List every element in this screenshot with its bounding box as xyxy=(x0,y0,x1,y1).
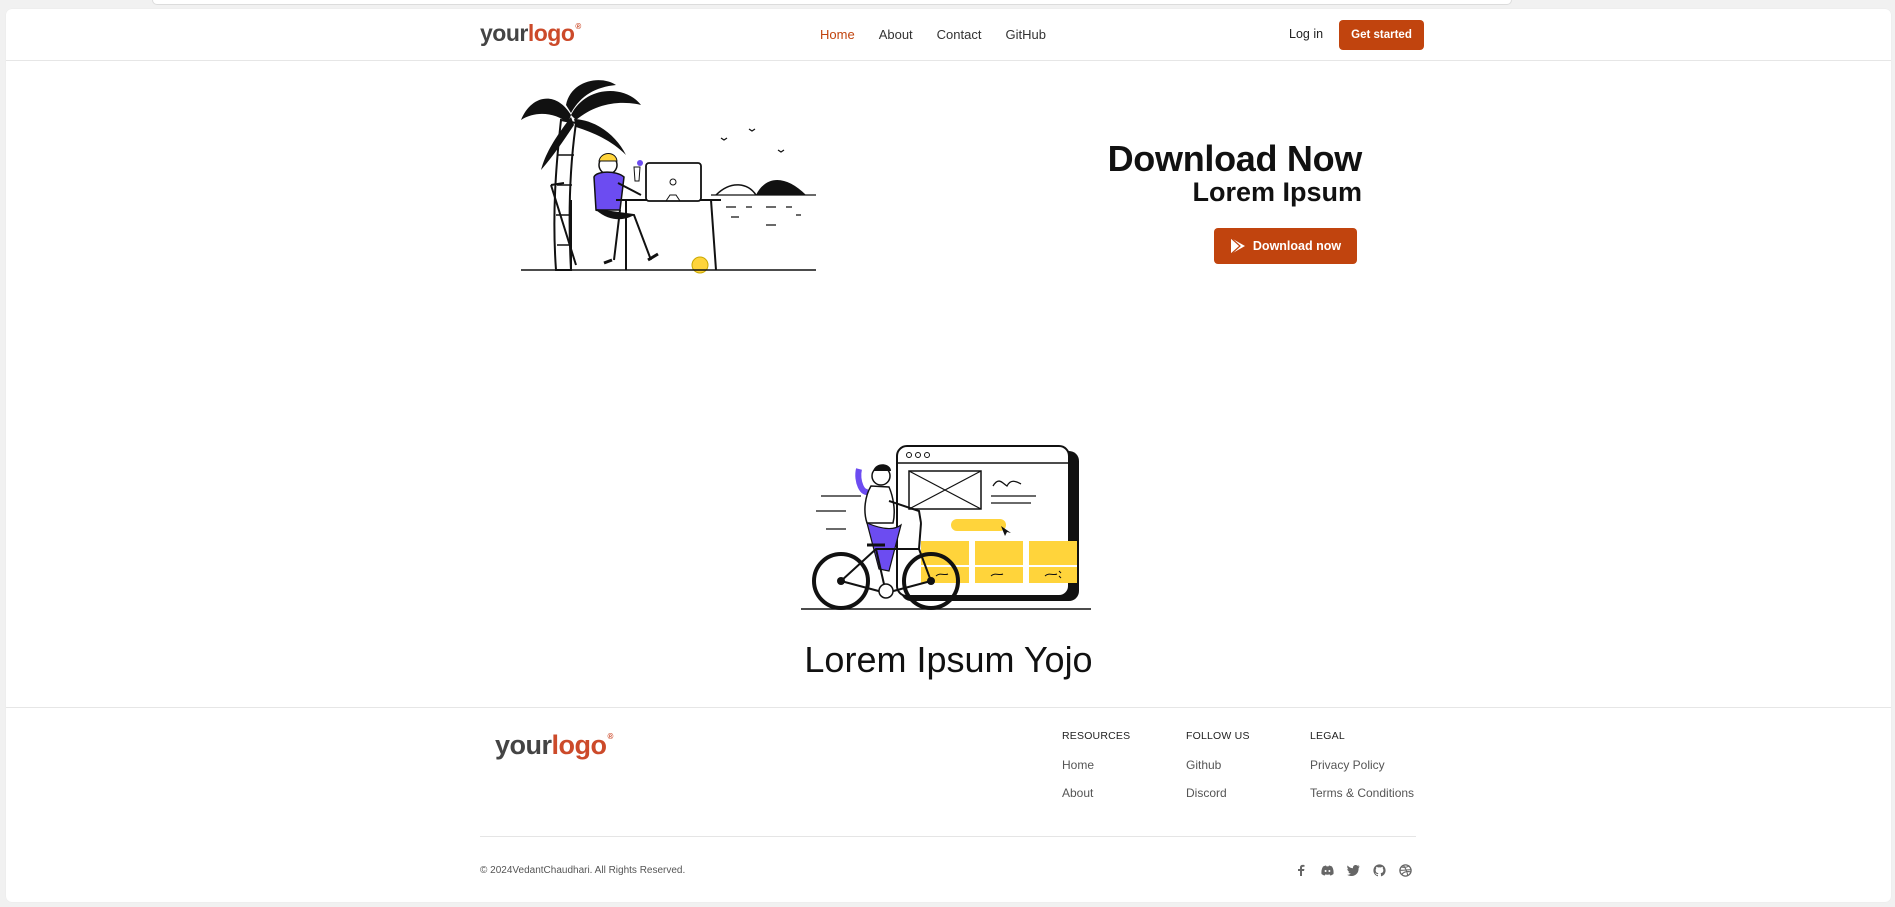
footer-heading-follow-us: FOLLOW US xyxy=(1186,730,1250,742)
login-link[interactable]: Log in xyxy=(1289,27,1323,41)
section-title: Lorem Ipsum Yojo xyxy=(804,639,1093,680)
footer-column-resources: RESOURCES Home About xyxy=(1062,730,1130,814)
footer-logo-registered-mark: ® xyxy=(607,732,614,741)
github-icon[interactable] xyxy=(1372,863,1386,877)
nav-link-contact[interactable]: Contact xyxy=(937,27,982,42)
footer-link-github[interactable]: Github xyxy=(1186,758,1250,772)
download-now-button[interactable]: Download now xyxy=(1214,228,1357,264)
header-logo[interactable]: your logo ® xyxy=(480,20,581,47)
footer-link-terms[interactable]: Terms & Conditions xyxy=(1310,786,1414,800)
footer-heading-legal: LEGAL xyxy=(1310,730,1345,742)
logo-text-your: your xyxy=(480,20,528,46)
facebook-icon[interactable] xyxy=(1294,863,1308,877)
copyright-text: © 2024VedantChaudhari. All Rights Reserv… xyxy=(480,865,686,876)
footer-logo-text-your: your xyxy=(495,730,552,760)
footer-column-follow-us: FOLLOW US Github Discord xyxy=(1186,730,1250,814)
download-now-label: Download now xyxy=(1252,239,1342,253)
play-store-icon xyxy=(1230,237,1245,255)
hero-title: Download Now xyxy=(1107,138,1363,179)
get-started-button[interactable]: Get started xyxy=(1339,20,1424,50)
footer-link-about[interactable]: About xyxy=(1062,786,1130,800)
main-nav: Home About Contact GitHub xyxy=(820,27,1070,42)
logo-registered-mark: ® xyxy=(575,22,581,31)
discord-icon[interactable] xyxy=(1320,863,1334,877)
browser-top-strip xyxy=(152,0,1512,5)
twitter-icon[interactable] xyxy=(1346,863,1360,877)
footer-link-privacy-policy[interactable]: Privacy Policy xyxy=(1310,758,1414,772)
footer-divider xyxy=(480,836,1416,837)
footer-heading-resources: RESOURCES xyxy=(1062,730,1131,742)
hero-beach-illustration xyxy=(521,80,816,274)
page: your logo ® Home About Contact GitHub Log … xyxy=(6,9,1891,902)
dribbble-icon[interactable] xyxy=(1398,863,1412,877)
nav-link-github[interactable]: GitHub xyxy=(1005,27,1045,42)
footer-logo[interactable]: your logo ® xyxy=(495,730,613,761)
cyclist-website-illustration xyxy=(801,445,1091,610)
nav-link-about[interactable]: About xyxy=(879,27,913,42)
footer-logo-text-logo: logo xyxy=(551,730,607,760)
footer: your logo ® RESOURCES Home About FOLLOW US… xyxy=(6,707,1891,902)
nav-link-home[interactable]: Home xyxy=(820,27,855,42)
footer-column-legal: LEGAL Privacy Policy Terms & Conditions xyxy=(1310,730,1414,814)
hero-text-block: Download Now Lorem Ipsum xyxy=(1107,138,1363,207)
logo-text-logo: logo xyxy=(527,20,575,46)
navbar: your logo ® Home About Contact GitHub Log … xyxy=(6,9,1891,61)
social-links xyxy=(1294,863,1412,877)
footer-link-home[interactable]: Home xyxy=(1062,758,1130,772)
footer-link-discord[interactable]: Discord xyxy=(1186,786,1250,800)
hero-subtitle: Lorem Ipsum xyxy=(1192,177,1362,207)
